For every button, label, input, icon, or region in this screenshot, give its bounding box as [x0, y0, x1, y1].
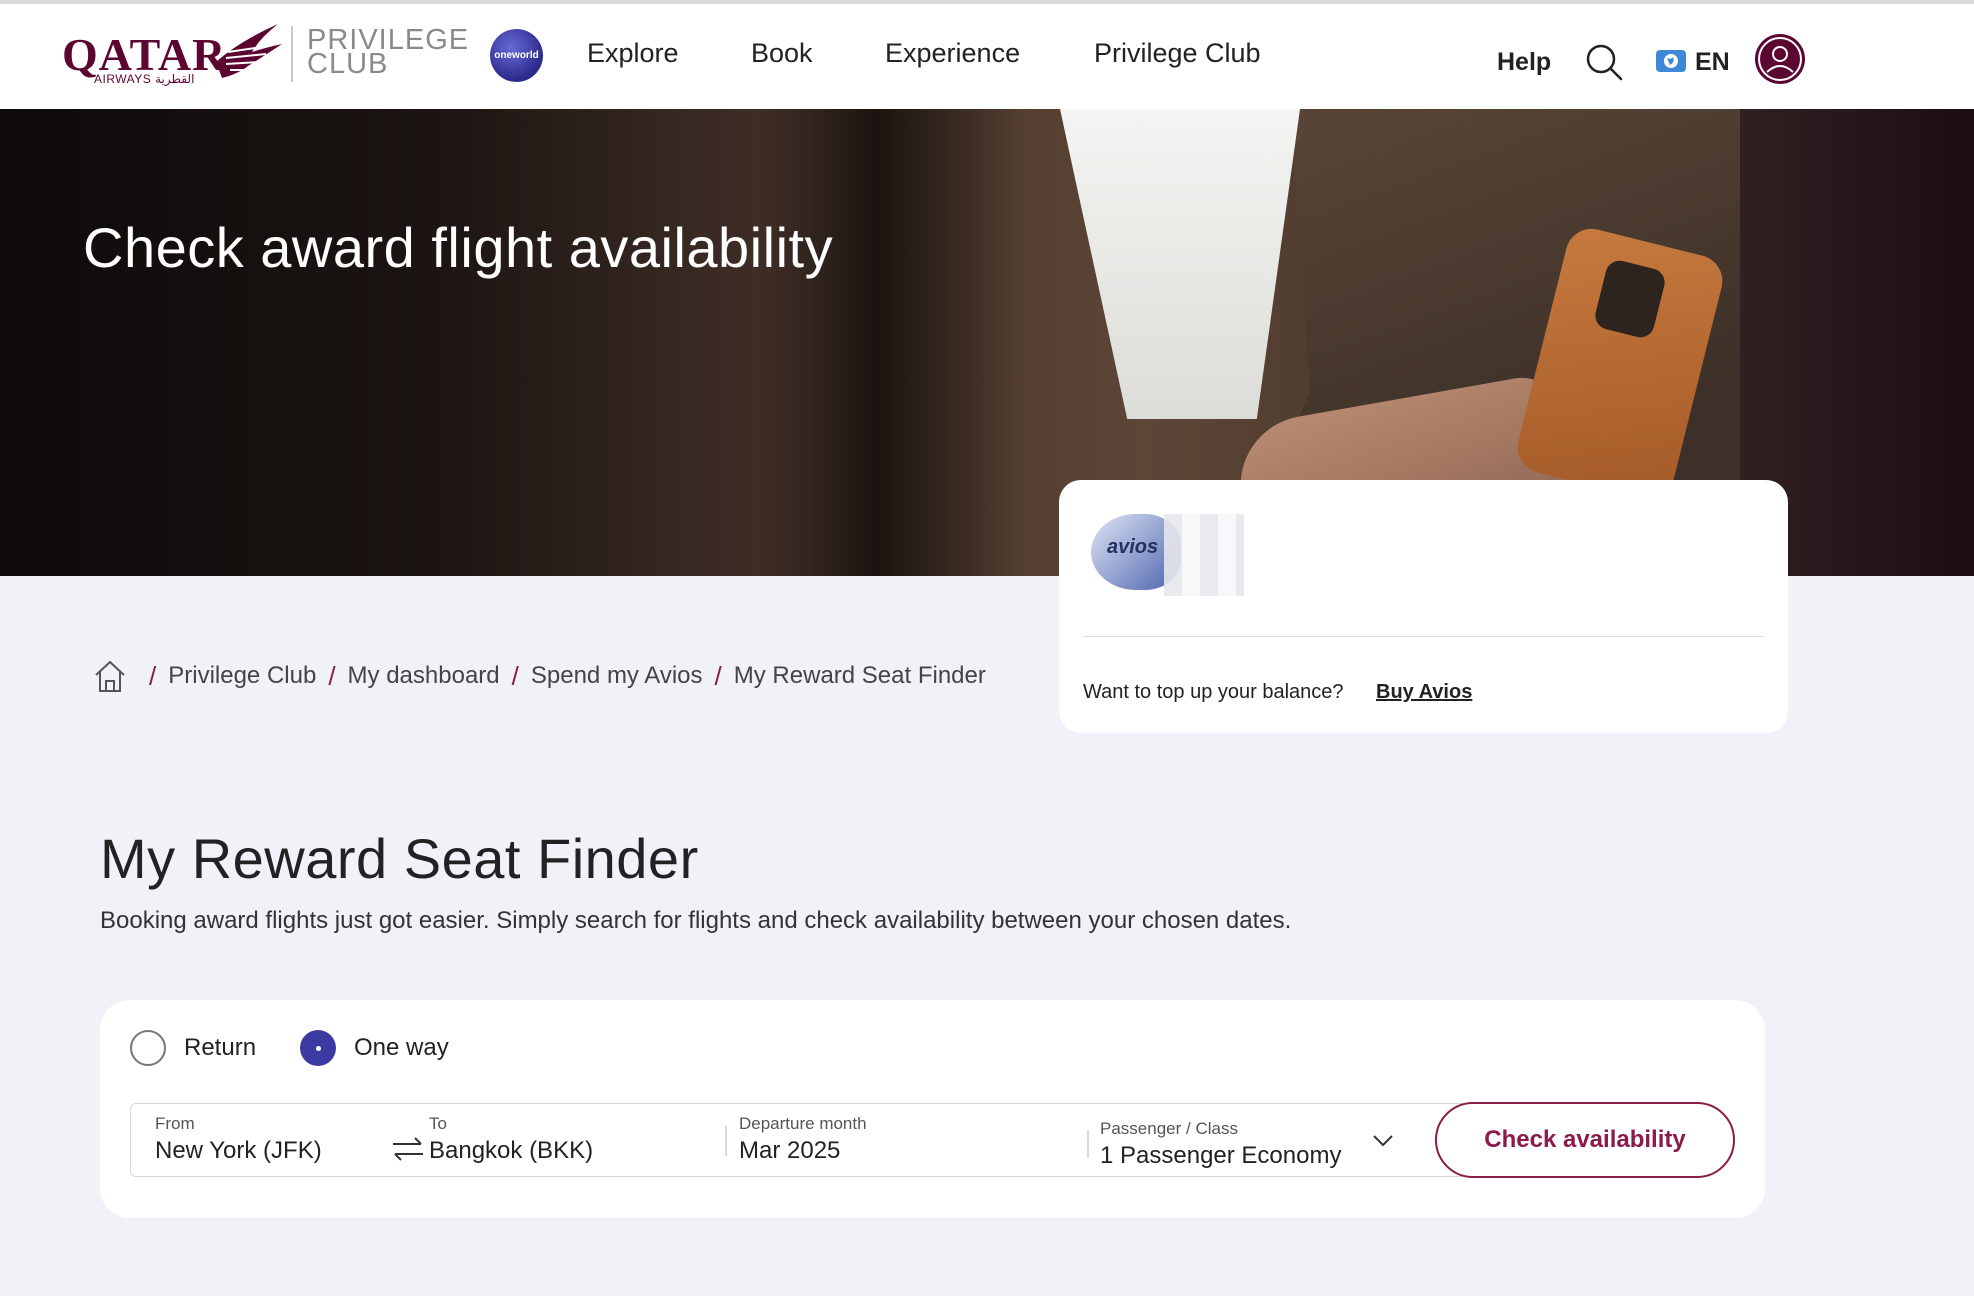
- breadcrumb-my-dashboard[interactable]: My dashboard: [348, 662, 500, 690]
- departure-month-value: Mar 2025: [739, 1137, 841, 1164]
- avios-divider: [1083, 636, 1764, 637]
- nav-experience[interactable]: Experience: [885, 38, 1020, 69]
- user-avatar-icon[interactable]: [1755, 34, 1805, 84]
- qatar-airways-logo[interactable]: QATAR AIRWAYS القطرية: [62, 22, 282, 92]
- page-title: My Reward Seat Finder: [100, 827, 699, 890]
- trip-type-one-way[interactable]: One way: [300, 1030, 449, 1066]
- avios-balance-redacted: [1164, 514, 1244, 596]
- oryx-icon: [216, 24, 282, 78]
- breadcrumb-separator: /: [714, 660, 722, 691]
- field-divider: [725, 1126, 727, 1156]
- oneworld-logo[interactable]: oneworld: [490, 29, 543, 82]
- passenger-class-value: 1 Passenger Economy: [1100, 1142, 1342, 1169]
- trip-type-one-way-label: One way: [354, 1034, 449, 1061]
- radio-unselected-icon: [130, 1030, 166, 1066]
- to-label: To: [429, 1114, 447, 1133]
- trip-type-return-label: Return: [184, 1034, 257, 1061]
- nav-book[interactable]: Book: [751, 38, 813, 69]
- hero-title: Check award flight availability: [83, 216, 834, 279]
- avios-balance-card: avios Want to top up your balance? Buy A…: [1059, 480, 1788, 733]
- field-divider: [1087, 1130, 1089, 1158]
- topup-prompt: Want to top up your balance?: [1083, 681, 1344, 703]
- search-icon[interactable]: [1584, 42, 1624, 82]
- breadcrumb-separator: /: [149, 660, 157, 691]
- hero-shirt: [1060, 109, 1300, 419]
- logo-divider: [291, 26, 293, 82]
- site-header: QATAR AIRWAYS القطرية PRIVILEGE CLUB one…: [0, 4, 1974, 109]
- breadcrumb-separator: /: [511, 660, 519, 691]
- breadcrumb: / Privilege Club / My dashboard / Spend …: [93, 656, 986, 696]
- avios-logo-text: avios: [1107, 536, 1159, 558]
- home-icon[interactable]: [93, 658, 127, 694]
- nav-explore[interactable]: Explore: [587, 38, 679, 69]
- page-description: Booking award flights just got easier. S…: [100, 907, 1292, 934]
- hero-seat-shadow: [760, 109, 1020, 576]
- breadcrumb-privilege-club[interactable]: Privilege Club: [168, 662, 316, 690]
- privilege-club-logo[interactable]: PRIVILEGE CLUB: [307, 26, 469, 79]
- flight-search-panel: Return One way From New York (JFK) To Ba…: [100, 1000, 1765, 1218]
- logo-subtitle: AIRWAYS القطرية: [94, 72, 195, 86]
- breadcrumb-current-page: My Reward Seat Finder: [733, 662, 986, 689]
- departure-month-label: Departure month: [739, 1114, 867, 1133]
- passenger-class-label: Passenger / Class: [1100, 1119, 1238, 1138]
- from-value: New York (JFK): [155, 1137, 322, 1164]
- help-link[interactable]: Help: [1497, 48, 1551, 77]
- to-value: Bangkok (BKK): [429, 1137, 594, 1164]
- globe-icon: [1656, 50, 1686, 72]
- language-label: EN: [1695, 48, 1730, 76]
- breadcrumb-spend-my-avios[interactable]: Spend my Avios: [531, 662, 703, 690]
- nav-privilege-club[interactable]: Privilege Club: [1094, 38, 1261, 69]
- check-availability-button[interactable]: Check availability: [1435, 1102, 1735, 1178]
- swap-icon[interactable]: [391, 1134, 425, 1164]
- search-fields: From New York (JFK) To Bangkok (BKK) Dep…: [130, 1103, 1516, 1177]
- trip-type-return[interactable]: Return: [130, 1030, 256, 1066]
- buy-avios-link[interactable]: Buy Avios: [1376, 681, 1472, 704]
- breadcrumb-separator: /: [328, 660, 336, 691]
- from-label: From: [155, 1114, 195, 1133]
- radio-selected-icon: [300, 1030, 336, 1066]
- chevron-down-icon[interactable]: [1371, 1130, 1395, 1150]
